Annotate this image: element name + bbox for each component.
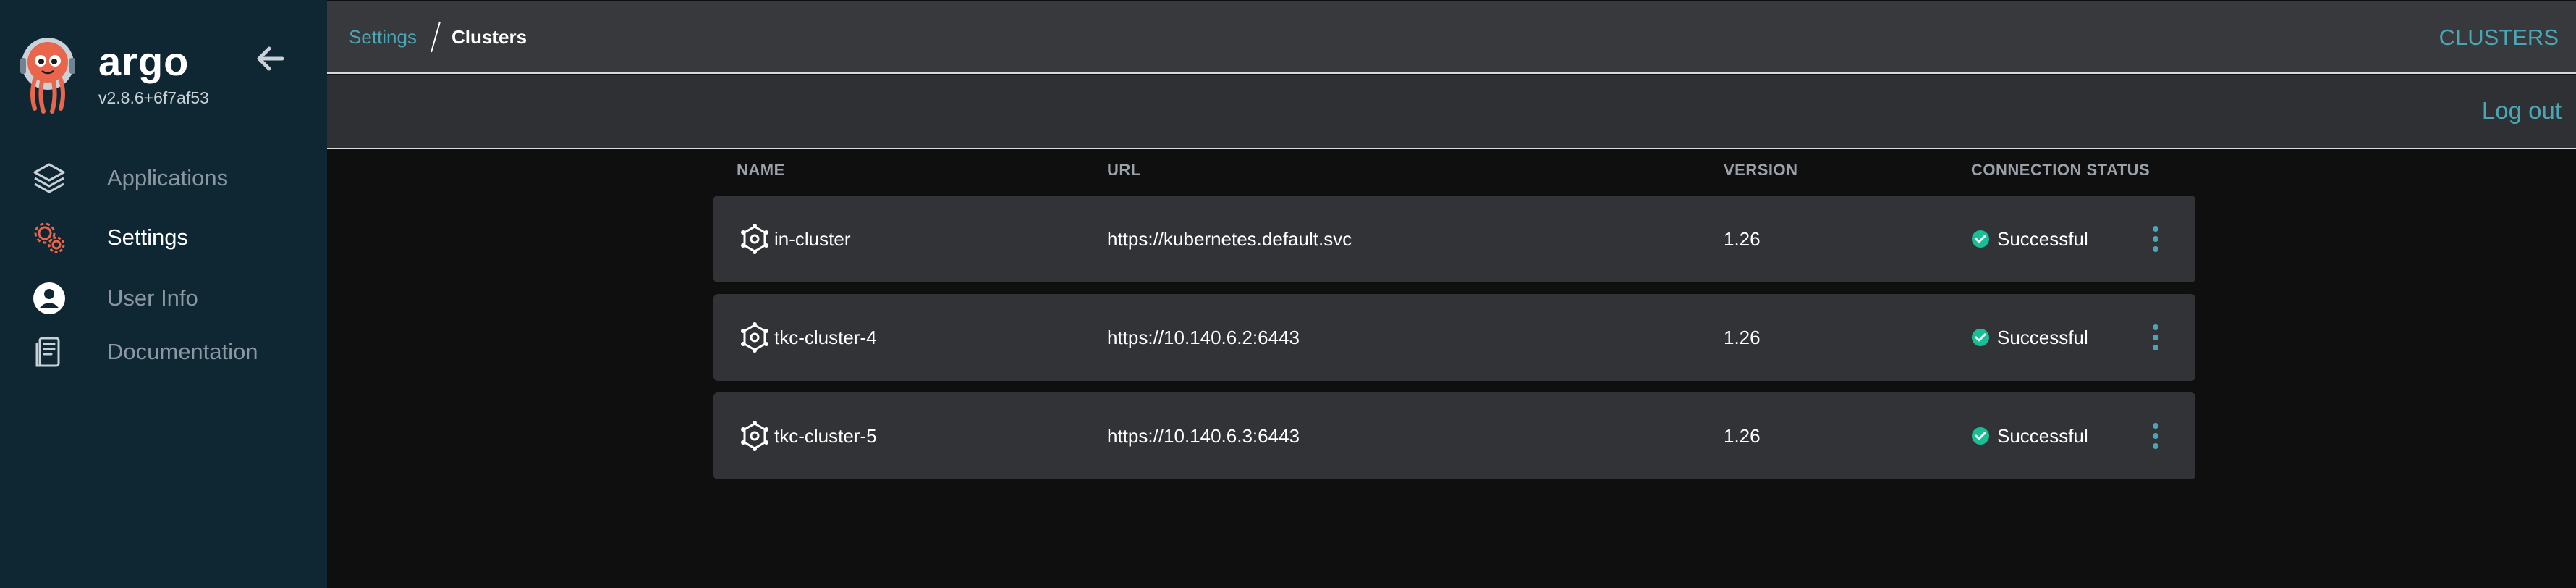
sidebar-item-label: Settings [107,224,189,250]
table-row[interactable]: in-cluster https://kubernetes.default.sv… [713,196,2195,282]
breadcrumb-current: Clusters [452,26,528,48]
user-circle-icon [29,278,69,319]
check-circle-icon [1972,230,1989,248]
cluster-url: https://kubernetes.default.svc [1107,227,1352,250]
row-actions-menu-button[interactable] [2145,294,2166,381]
more-vertical-icon [2153,423,2158,449]
logout-link[interactable]: Log out [2482,97,2562,125]
row-actions-menu-button[interactable] [2145,392,2166,479]
argo-logo [20,36,93,116]
sidebar: argo v2.8.6+6f7af53 Applications Setting… [0,0,327,588]
cluster-icon [741,322,768,353]
more-vertical-icon [2153,226,2158,252]
connection-status: Successful [1997,326,2088,348]
cluster-name: in-cluster [774,227,851,250]
cluster-version: 1.26 [1724,326,1761,348]
collapse-sidebar-button[interactable] [250,41,291,77]
sidebar-item-documentation[interactable]: Documentation [29,332,311,372]
check-circle-icon [1972,427,1989,445]
connection-status: Successful [1997,424,2088,447]
gears-icon [29,217,69,258]
toolbar: Log out [327,75,2576,149]
cluster-version: 1.26 [1724,227,1761,250]
check-circle-icon [1972,329,1989,346]
column-header-name: NAME [737,161,785,179]
cluster-url: https://10.140.6.2:6443 [1107,326,1300,348]
page-title: CLUSTERS [2439,25,2559,50]
more-vertical-icon [2153,324,2158,350]
breadcrumb-separator [431,21,441,53]
sidebar-item-label: Documentation [107,339,258,364]
cluster-icon [741,421,768,451]
table-row[interactable]: tkc-cluster-5 https://10.140.6.3:6443 1.… [713,392,2195,479]
cluster-icon [741,224,768,254]
app-version: v2.8.6+6f7af53 [98,88,209,107]
cluster-name: tkc-cluster-5 [774,424,877,447]
sidebar-item-settings[interactable]: Settings [29,217,311,258]
sidebar-item-user-info[interactable]: User Info [29,278,311,319]
book-icon [29,332,69,372]
column-header-connection-status: CONNECTION STATUS [1971,161,2151,179]
brand-name: argo [98,38,190,84]
breadcrumb-settings-link[interactable]: Settings [349,26,417,49]
sidebar-item-label: User Info [107,285,198,311]
top-bar: Settings Clusters CLUSTERS [327,1,2576,74]
column-header-version: VERSION [1724,161,1798,179]
table-header: NAME URL VERSION CONNECTION STATUS [0,161,2576,180]
arrow-left-icon [257,46,284,71]
row-actions-menu-button[interactable] [2145,196,2166,282]
cluster-url: https://10.140.6.3:6443 [1107,424,1300,447]
table-row[interactable]: tkc-cluster-4 https://10.140.6.2:6443 1.… [713,294,2195,381]
column-header-url: URL [1107,161,1141,179]
cluster-name: tkc-cluster-4 [774,326,877,348]
cluster-version: 1.26 [1724,424,1761,447]
connection-status: Successful [1997,227,2088,250]
